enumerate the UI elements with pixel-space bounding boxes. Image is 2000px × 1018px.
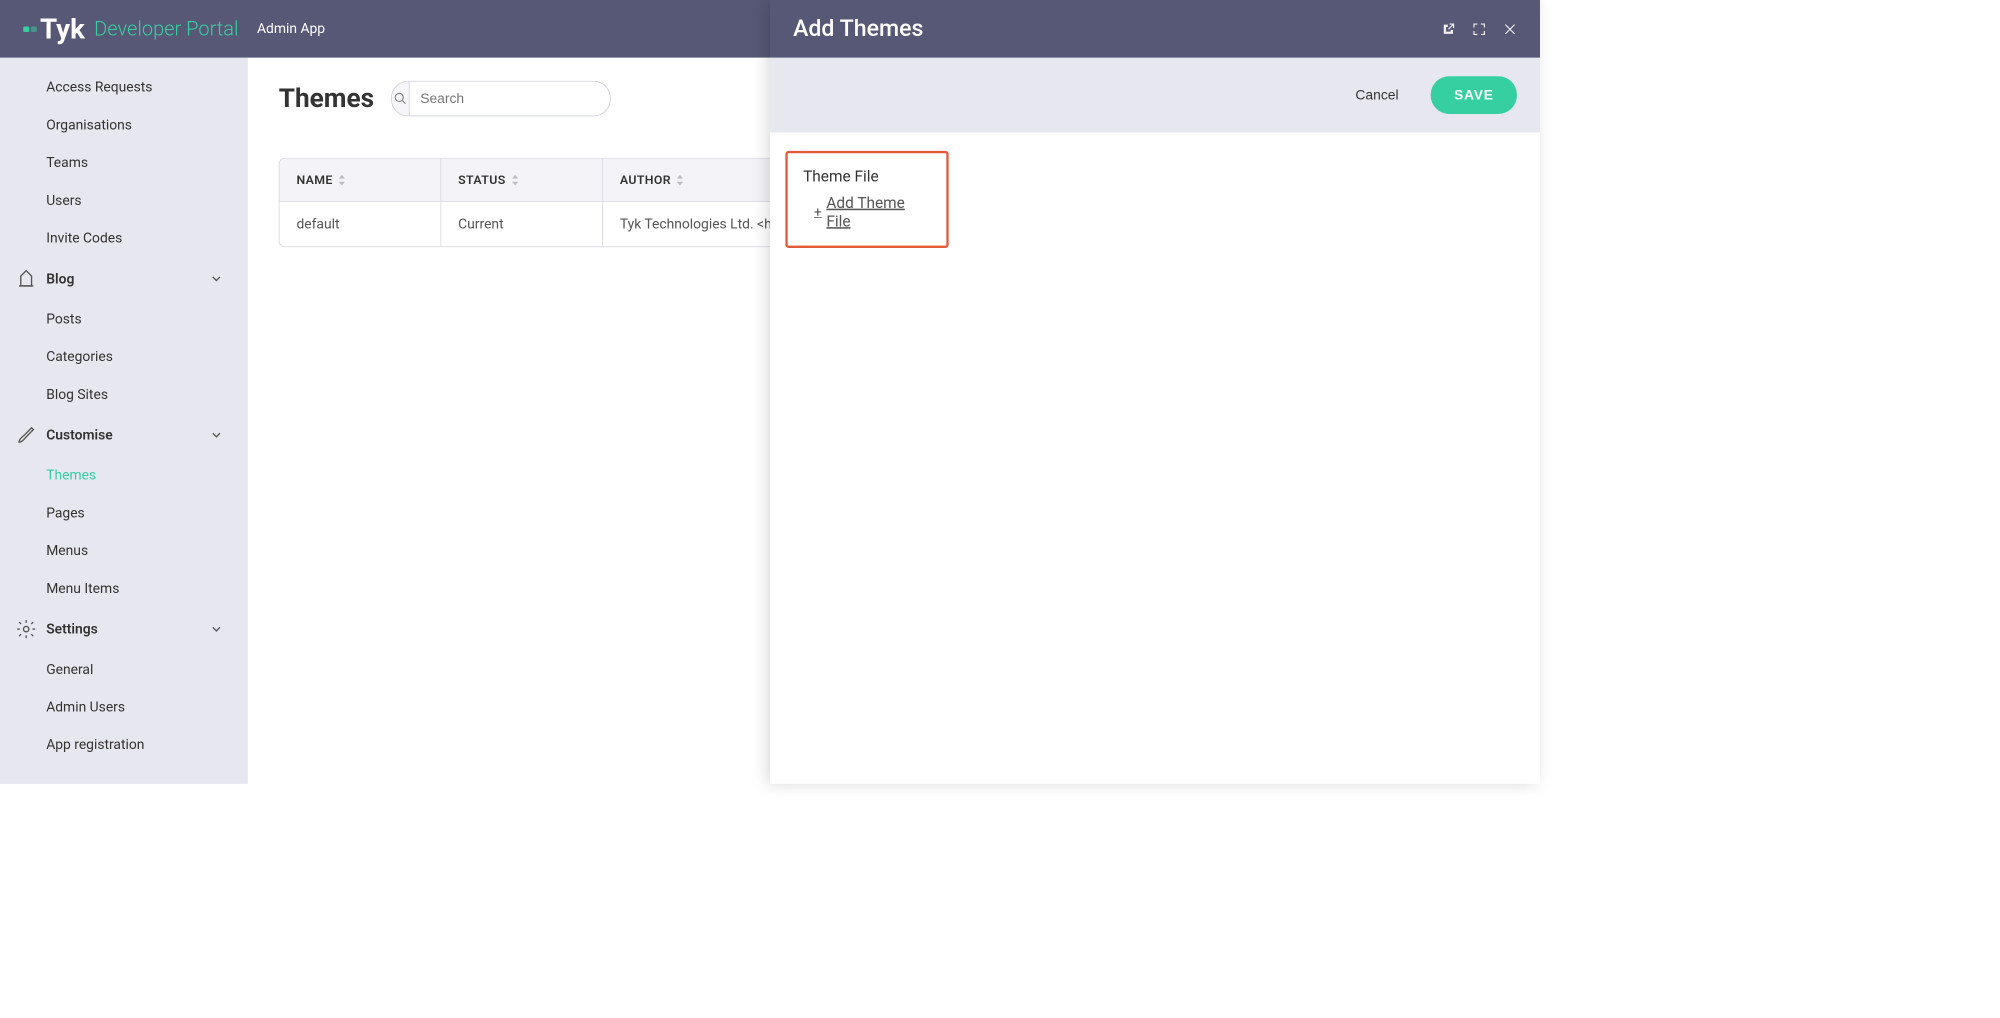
sort-icon [510, 174, 519, 185]
add-themes-panel: Add Themes Cancel SAVE Theme File + Add … [770, 0, 1540, 784]
sidebar-group-label: Customise [46, 427, 112, 443]
panel-actions: Cancel SAVE [770, 58, 1540, 133]
column-label: NAME [296, 172, 332, 187]
sidebar-item-blog-sites[interactable]: Blog Sites [0, 376, 248, 414]
search-input[interactable] [409, 82, 609, 116]
add-theme-file-link[interactable]: + Add Theme File [803, 193, 931, 230]
sidebar-item-label: Menus [46, 543, 88, 559]
sidebar-item-label: Organisations [46, 117, 132, 133]
panel-title: Add Themes [793, 15, 923, 42]
chevron-down-icon [211, 430, 222, 441]
sidebar-item-label: General [46, 661, 93, 677]
sidebar-item-users[interactable]: Users [0, 182, 248, 220]
column-name[interactable]: NAME [280, 159, 442, 201]
blog-icon [15, 268, 37, 290]
sidebar-item-label: App registration [46, 737, 144, 753]
sidebar-group-label: Blog [46, 271, 74, 287]
section-title: Theme File [803, 167, 931, 185]
sidebar-item-label: Pages [46, 505, 85, 521]
sidebar-item-teams[interactable]: Teams [0, 144, 248, 182]
sidebar-group-settings[interactable]: Settings [0, 608, 248, 651]
sidebar-item-invite-codes[interactable]: Invite Codes [0, 219, 248, 257]
add-theme-file-label: Add Theme File [826, 193, 931, 230]
sort-icon [676, 174, 685, 185]
sidebar-item-label: Users [46, 193, 81, 209]
sidebar-item-label: Access Requests [46, 79, 152, 95]
sidebar-item-posts[interactable]: Posts [0, 300, 248, 338]
expand-icon[interactable] [1472, 22, 1486, 36]
column-label: STATUS [458, 172, 505, 187]
brand-tyk: Tyk [40, 13, 85, 45]
column-label: AUTHOR [620, 172, 671, 187]
plus-icon: + [814, 204, 822, 220]
cell-name: default [280, 202, 442, 247]
logo[interactable]: Tyk Developer Portal [23, 13, 238, 45]
sidebar-item-app-registration[interactable]: App registration [0, 726, 248, 764]
sidebar-group-blog[interactable]: Blog [0, 257, 248, 300]
sidebar-item-themes[interactable]: Themes [0, 457, 248, 495]
sidebar-item-label: Blog Sites [46, 387, 108, 403]
cell-status: Current [441, 202, 603, 247]
sidebar-item-categories[interactable]: Categories [0, 338, 248, 376]
sidebar-group-customise[interactable]: Customise [0, 413, 248, 456]
sidebar: Access Requests Organisations Teams User… [0, 58, 248, 784]
sidebar-item-label: Teams [46, 155, 88, 171]
sidebar-item-label: Invite Codes [46, 230, 122, 246]
sidebar-item-general[interactable]: General [0, 651, 248, 689]
sidebar-item-label: Menu Items [46, 581, 119, 597]
logo-mark-icon [23, 22, 37, 36]
cancel-button[interactable]: Cancel [1342, 78, 1413, 113]
sidebar-item-admin-users[interactable]: Admin Users [0, 688, 248, 726]
chevron-down-icon [211, 624, 222, 635]
gear-icon [15, 618, 37, 640]
sidebar-group-label: Settings [46, 621, 98, 637]
sidebar-item-label: Themes [46, 467, 96, 483]
page-title: Themes [279, 83, 374, 114]
sidebar-item-organisations[interactable]: Organisations [0, 106, 248, 144]
close-icon[interactable] [1503, 22, 1517, 36]
sidebar-item-label: Posts [46, 311, 81, 327]
theme-file-section: Theme File + Add Theme File [785, 151, 948, 248]
brand-portal: Developer Portal [94, 17, 238, 40]
sidebar-item-menu-items[interactable]: Menu Items [0, 570, 248, 608]
external-link-icon[interactable] [1441, 22, 1455, 36]
search-icon [393, 92, 407, 106]
sidebar-item-menus[interactable]: Menus [0, 532, 248, 570]
panel-header: Add Themes [770, 0, 1540, 58]
sidebar-item-access-requests[interactable]: Access Requests [0, 69, 248, 107]
sidebar-item-label: Admin Users [46, 699, 125, 715]
sidebar-item-pages[interactable]: Pages [0, 494, 248, 532]
sort-icon [337, 174, 346, 185]
brush-icon [15, 424, 37, 446]
column-status[interactable]: STATUS [441, 159, 603, 201]
save-button[interactable]: SAVE [1431, 76, 1517, 114]
chevron-down-icon [211, 273, 222, 284]
search-box[interactable] [391, 81, 610, 116]
sidebar-item-label: Categories [46, 349, 113, 365]
panel-body: Theme File + Add Theme File [770, 132, 1540, 266]
admin-app-label: Admin App [257, 21, 325, 37]
